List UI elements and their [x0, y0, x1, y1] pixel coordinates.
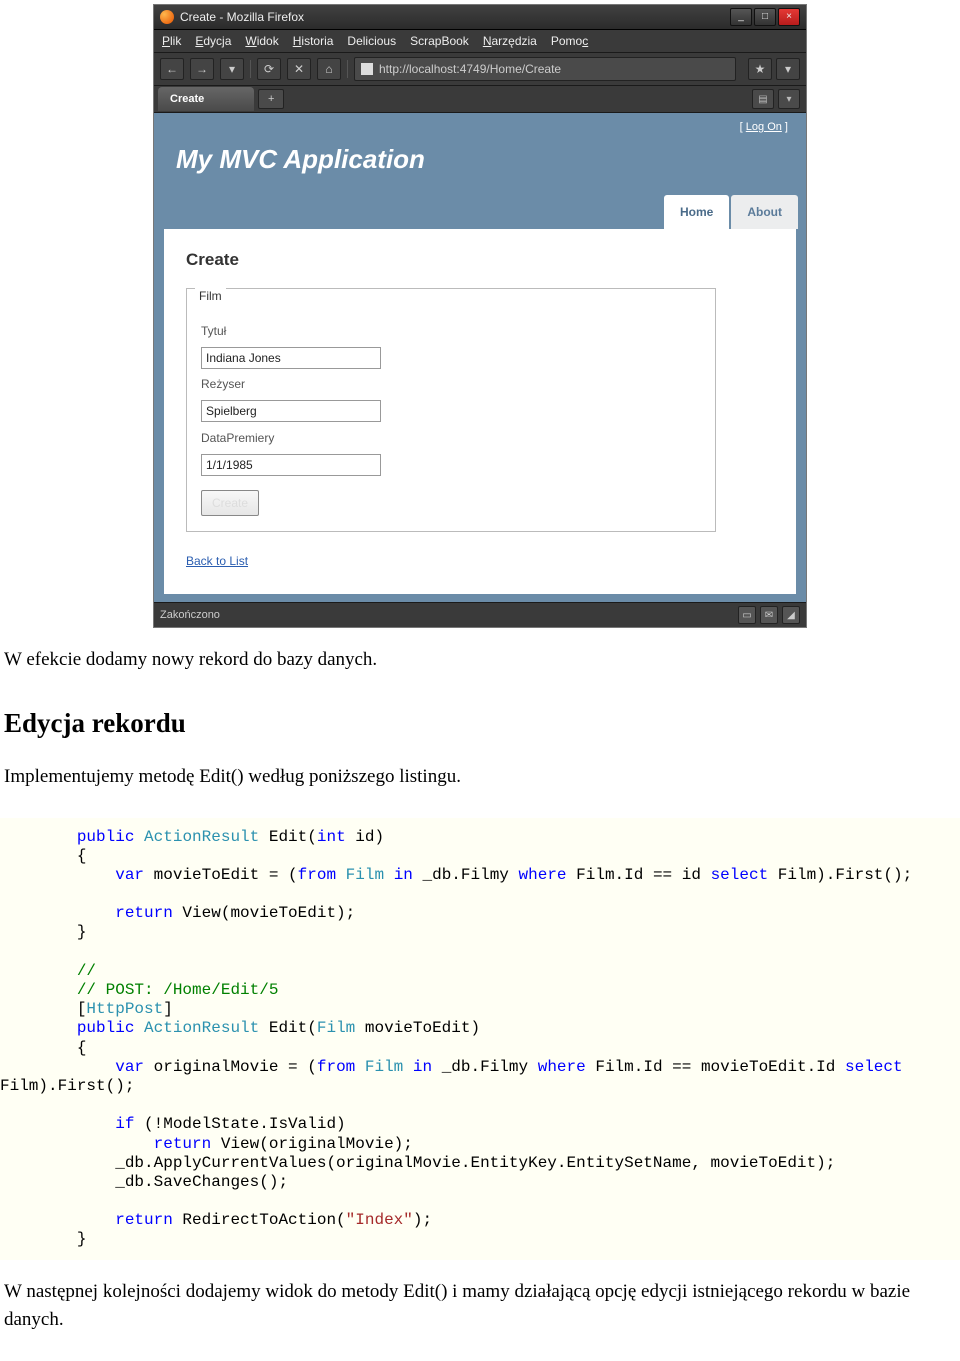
window-title: Create - Mozilla Firefox	[180, 8, 730, 26]
label-tytul: Tytuł	[201, 322, 701, 340]
status-bar: Zakończono ▭ ✉ ◢	[154, 602, 806, 627]
minimize-button[interactable]: _	[730, 8, 752, 26]
url-dropdown-button[interactable]: ▾	[776, 58, 800, 80]
create-button[interactable]: Create	[201, 490, 259, 516]
menu-bar: PPliklik Edycja Widok Historia Delicious…	[154, 30, 806, 53]
page-viewport: [ Log On ] My MVC Application Home About…	[154, 113, 806, 602]
menu-edycja[interactable]: Edycja	[195, 32, 231, 50]
log-on-container: [ Log On ]	[740, 119, 788, 136]
label-rezyser: Reżyser	[201, 375, 701, 393]
input-data[interactable]	[201, 454, 381, 476]
stop-button[interactable]: ✕	[287, 58, 311, 80]
content-panel: Create Film Tytuł Reżyser DataPremiery	[164, 229, 796, 595]
section-heading: Edycja rekordu	[4, 703, 956, 744]
input-tytul[interactable]	[201, 347, 381, 369]
browser-toolbar: ← → ▾ ⟳ ✕ ⌂ http://localhost:4749/Home/C…	[154, 53, 806, 86]
menu-widok[interactable]: Widok	[245, 32, 278, 50]
menu-scrapbook[interactable]: ScrapBook	[410, 32, 469, 50]
tab-create[interactable]: Create	[158, 87, 254, 112]
window-titlebar: Create - Mozilla Firefox _ □ ×	[154, 5, 806, 30]
browser-screenshot: Create - Mozilla Firefox _ □ × PPliklik …	[153, 4, 807, 628]
paragraph-3: W następnej kolejności dodajemy widok do…	[4, 1278, 956, 1335]
forward-menu-button[interactable]: ▾	[220, 58, 244, 80]
back-to-list-link[interactable]: Back to List	[186, 552, 248, 570]
home-button[interactable]: ⌂	[317, 58, 341, 80]
page-heading: Create	[186, 247, 774, 273]
log-on-link[interactable]: Log On	[746, 121, 782, 133]
menu-narzedzia[interactable]: Narzędzia	[483, 32, 537, 50]
bookmark-button[interactable]: ★	[748, 58, 772, 80]
nav-home[interactable]: Home	[664, 195, 729, 229]
status-text: Zakończono	[160, 607, 220, 624]
firefox-icon	[160, 10, 174, 24]
list-tabs-button[interactable]: ▤	[752, 89, 774, 109]
menu-delicious[interactable]: Delicious	[347, 32, 396, 50]
fieldset-legend: Film	[195, 287, 226, 305]
reload-button[interactable]: ⟳	[257, 58, 281, 80]
site-identity-icon	[361, 63, 373, 75]
back-button[interactable]: ←	[160, 58, 184, 80]
menu-historia[interactable]: Historia	[293, 32, 334, 50]
resize-grip-icon[interactable]: ◢	[782, 606, 800, 624]
toolbar-separator	[250, 60, 251, 78]
paragraph-2: Implementujemy metodę Edit() według poni…	[4, 763, 956, 792]
code-listing: public ActionResult Edit(int id) { var m…	[0, 818, 960, 1260]
forward-button[interactable]: →	[190, 58, 214, 80]
film-fieldset: Film Tytuł Reżyser DataPremiery Create	[186, 288, 716, 532]
tab-dropdown-button[interactable]: ▾	[778, 89, 800, 109]
input-rezyser[interactable]	[201, 400, 381, 422]
close-button[interactable]: ×	[778, 8, 800, 26]
url-text: http://localhost:4749/Home/Create	[379, 60, 561, 78]
new-tab-button[interactable]: +	[258, 89, 284, 109]
mail-icon: ✉	[760, 606, 778, 624]
tab-strip: Create + ▤ ▾	[154, 86, 806, 113]
menu-plik[interactable]: PPliklik	[162, 32, 181, 50]
nav-about[interactable]: About	[731, 195, 798, 229]
toolbar-separator	[347, 60, 348, 78]
maximize-button[interactable]: □	[754, 8, 776, 26]
paragraph-1: W efekcie dodamy nowy rekord do bazy dan…	[4, 646, 956, 675]
label-data: DataPremiery	[201, 429, 701, 447]
site-title: My MVC Application	[154, 136, 806, 195]
monitor-icon: ▭	[738, 606, 756, 624]
menu-pomoc[interactable]: Pomoc	[551, 32, 588, 50]
address-bar[interactable]: http://localhost:4749/Home/Create	[354, 57, 736, 81]
